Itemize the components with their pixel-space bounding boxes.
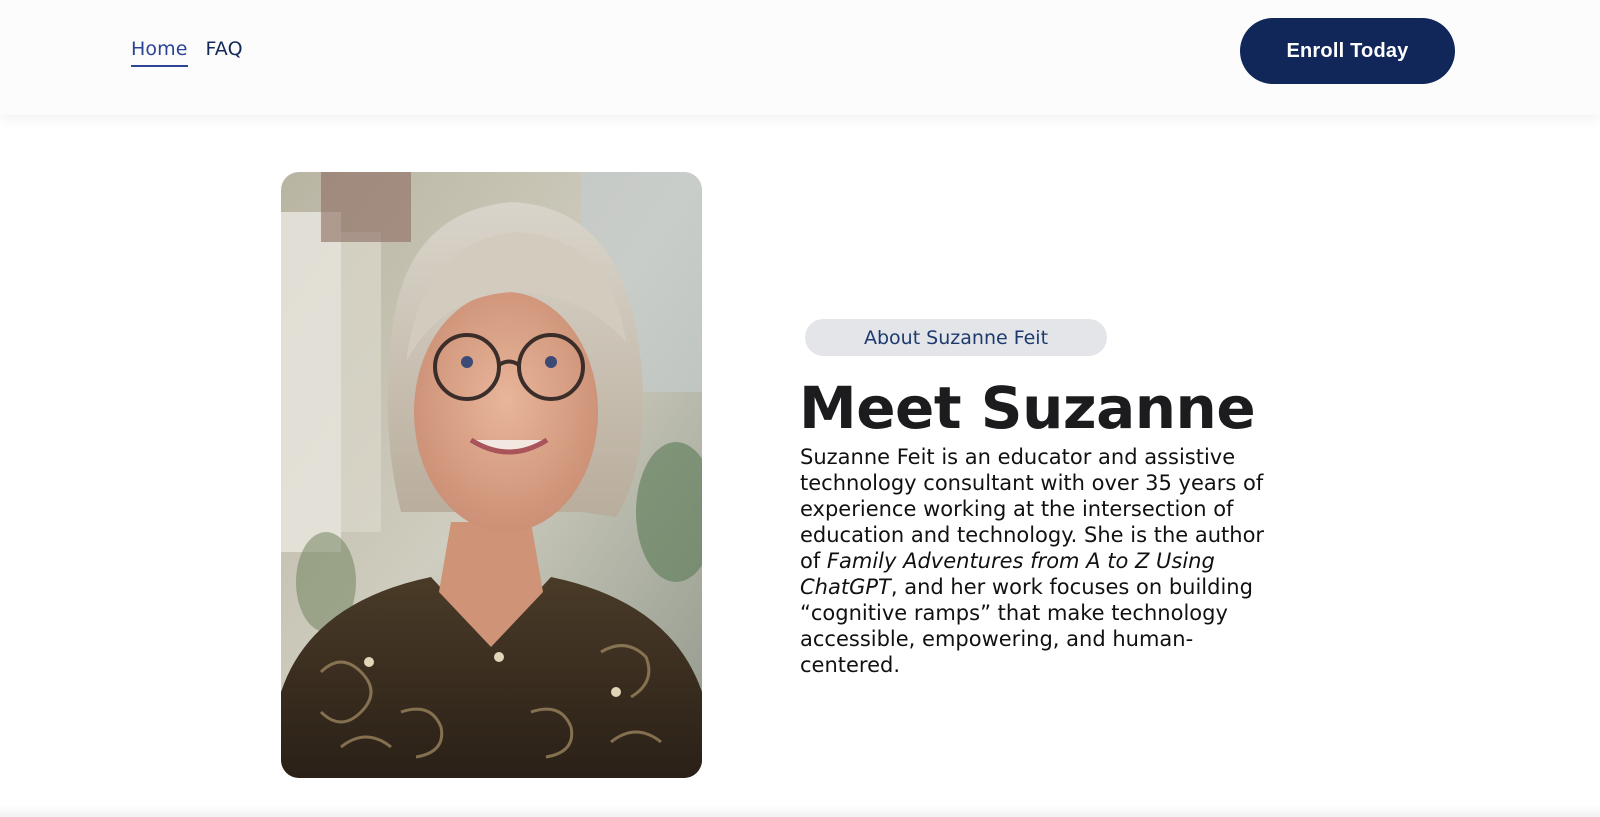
site-header: Home FAQ Enroll Today	[0, 0, 1600, 115]
portrait-photo	[281, 172, 702, 778]
section-divider	[0, 805, 1600, 817]
nav-link-home[interactable]: Home	[131, 38, 188, 67]
bio-paragraph: Suzanne Feit is an educator and assistiv…	[800, 444, 1285, 678]
nav-link-faq[interactable]: FAQ	[206, 38, 243, 67]
main-nav: Home FAQ	[131, 38, 243, 67]
portrait-illustration	[281, 172, 702, 778]
enroll-today-button[interactable]: Enroll Today	[1240, 18, 1455, 84]
section-heading: Meet Suzanne	[799, 374, 1256, 442]
about-badge: About Suzanne Feit	[805, 319, 1107, 356]
